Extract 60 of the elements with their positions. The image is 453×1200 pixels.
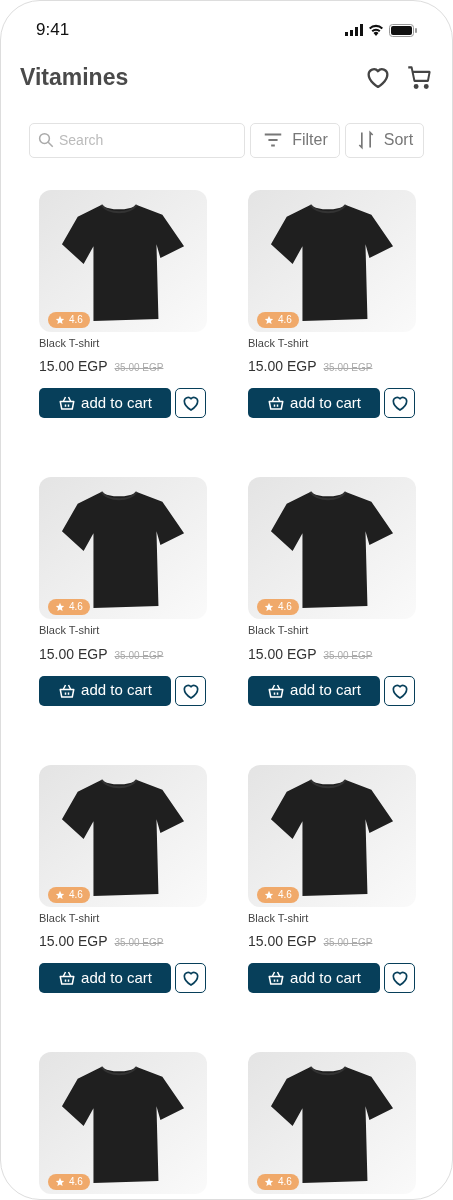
- product-name: Black T-shirt: [39, 623, 101, 638]
- rating-value: 4.6: [69, 602, 83, 612]
- rating-value: 4.6: [69, 889, 83, 900]
- star-icon: [55, 314, 65, 325]
- star-icon: [264, 314, 274, 325]
- favorite-button[interactable]: [384, 388, 415, 418]
- status-time: 9:41: [36, 19, 70, 42]
- product-price: 15.00 EGP: [39, 932, 108, 951]
- product-name: Black T-shirt: [248, 335, 310, 351]
- page-title: Vitamines: [20, 63, 129, 92]
- add-to-cart-button[interactable]: add to cart: [248, 388, 380, 418]
- rating-value: 4.6: [69, 1177, 83, 1187]
- sort-button[interactable]: Sort: [344, 122, 424, 158]
- product-name: Black T-shirt: [248, 910, 310, 926]
- favorite-button[interactable]: [175, 388, 206, 418]
- basket-icon: [58, 969, 77, 987]
- product-name: Black T-shirt: [39, 910, 101, 926]
- star-icon: [55, 1177, 65, 1187]
- wifi-icon: [368, 24, 384, 36]
- product-price: 15.00 EGP: [248, 644, 317, 664]
- signal-icon: [345, 24, 363, 36]
- rating-value: 4.6: [69, 314, 83, 325]
- search-icon: [37, 130, 55, 149]
- product-price: 15.00 EGP: [39, 644, 108, 664]
- star-icon: [55, 889, 65, 900]
- basket-icon: [58, 394, 77, 412]
- basket-icon: [267, 969, 286, 987]
- favorite-button[interactable]: [175, 675, 206, 706]
- favorite-button[interactable]: [175, 963, 206, 993]
- basket-icon: [267, 394, 286, 412]
- add-to-cart-button[interactable]: add to cart: [248, 675, 380, 706]
- star-icon: [264, 1177, 274, 1187]
- cart-icon[interactable]: [406, 63, 433, 91]
- add-to-cart-button[interactable]: add to cart: [39, 963, 171, 993]
- product-name: Black T-shirt: [248, 623, 310, 638]
- add-to-cart-button[interactable]: add to cart: [39, 388, 171, 418]
- old-price: 35.00 EGP: [323, 648, 373, 663]
- search-field[interactable]: Search: [29, 122, 245, 158]
- favorite-button[interactable]: [384, 963, 415, 993]
- product-price: 15.00 EGP: [248, 932, 317, 951]
- star-icon: [264, 889, 274, 900]
- add-to-cart-button[interactable]: add to cart: [248, 963, 380, 993]
- filter-button[interactable]: Filter: [250, 122, 340, 158]
- add-to-cart-button[interactable]: add to cart: [39, 675, 171, 706]
- old-price: 35.00 EGP: [114, 648, 164, 663]
- rating-value: 4.6: [278, 314, 292, 325]
- old-price: 35.00 EGP: [114, 361, 164, 375]
- rating-value: 4.6: [278, 1177, 292, 1187]
- rating-value: 4.6: [278, 889, 292, 900]
- star-icon: [55, 602, 65, 612]
- star-icon: [264, 602, 274, 612]
- old-price: 35.00 EGP: [114, 936, 164, 950]
- old-price: 35.00 EGP: [323, 361, 373, 375]
- product-name: Black T-shirt: [39, 335, 101, 351]
- product-price: 15.00 EGP: [248, 357, 317, 376]
- rating-value: 4.6: [278, 602, 292, 612]
- old-price: 35.00 EGP: [323, 936, 373, 950]
- product-price: 15.00 EGP: [39, 357, 108, 376]
- favorite-button[interactable]: [384, 675, 415, 706]
- battery-icon: [389, 23, 417, 37]
